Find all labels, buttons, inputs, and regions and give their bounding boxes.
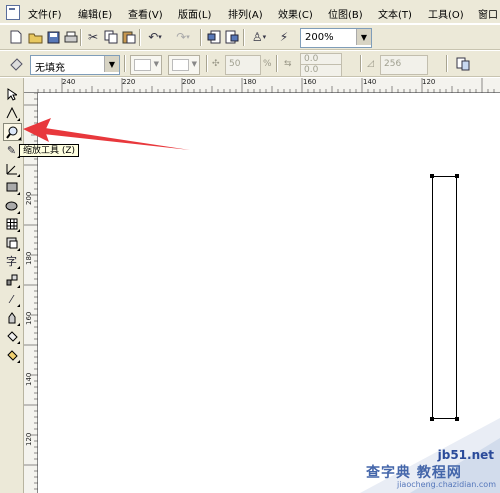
v-ruler-label: 180 xyxy=(25,251,33,265)
zoom-level-select[interactable]: 200% ▼ xyxy=(300,28,372,48)
rectangle-object[interactable] xyxy=(430,174,459,421)
toolbar-separator xyxy=(124,55,126,72)
fill-icon[interactable] xyxy=(8,56,24,72)
open-icon[interactable] xyxy=(27,29,43,45)
menu-tools[interactable]: 工具(O) xyxy=(428,6,464,21)
fill-type-select[interactable]: 无填充 ▼ xyxy=(30,55,120,75)
toolbar-separator xyxy=(276,55,278,72)
toolbar-separator xyxy=(200,29,202,46)
interactive-blend-tool-icon[interactable] xyxy=(3,272,20,288)
print-icon[interactable] xyxy=(63,29,79,45)
menu-view[interactable]: 查看(V) xyxy=(128,6,163,21)
interactive-fill-tool-icon[interactable] xyxy=(3,347,20,363)
offset-x-value: 0.0 xyxy=(304,54,319,64)
v-ruler-label: 140 xyxy=(25,372,33,386)
selection-handle[interactable] xyxy=(430,174,434,178)
polygon-tool-icon[interactable] xyxy=(3,216,20,232)
angle-icon: ◿ xyxy=(367,59,374,69)
menu-arrange[interactable]: 排列(A) xyxy=(228,6,263,21)
import-icon[interactable] xyxy=(206,29,222,45)
fill-tool-icon[interactable] xyxy=(3,328,20,344)
midpoint-value: 50 xyxy=(229,59,241,69)
h-ruler-label: 240 xyxy=(62,78,76,86)
snap-icon[interactable]: ⚡ xyxy=(276,29,292,45)
menu-layout[interactable]: 版面(L) xyxy=(178,6,211,21)
cut-icon[interactable]: ✂ xyxy=(85,29,101,45)
launcher-icon[interactable]: ♙ ▾ xyxy=(249,29,269,45)
eyedropper-tool-icon[interactable]: ⁄ xyxy=(3,291,20,307)
selection-handle[interactable] xyxy=(455,174,459,178)
menu-effects[interactable]: 效果(C) xyxy=(278,6,313,21)
offset-y-value: 0.0 xyxy=(304,65,319,75)
percent-unit: % xyxy=(263,59,272,69)
pick-tool-icon[interactable] xyxy=(3,86,20,102)
midpoint-icon: ✣ xyxy=(212,59,220,69)
v-ruler-label: 120 xyxy=(25,432,33,446)
v-ruler-label: 200 xyxy=(25,191,33,205)
undo-icon[interactable]: ↶ ▾ xyxy=(144,29,166,45)
copy-properties-icon[interactable] xyxy=(455,56,471,72)
toolbar-separator xyxy=(139,29,141,46)
outline-tool-icon[interactable] xyxy=(3,310,20,326)
menu-text[interactable]: 文本(T) xyxy=(378,6,412,21)
property-bar: 无填充 ▼ ▼ ▼ ✣ 50 % ⇆ 0.0 0.0 ◿ 256 xyxy=(0,51,500,77)
standard-toolbar: ✂ ↶ ▾ ↷ ▾ ♙ ▾ ⚡ 200% ▼ xyxy=(0,25,500,50)
color-picker-2[interactable]: ▼ xyxy=(168,55,200,75)
color-picker-1[interactable]: ▼ xyxy=(130,55,162,75)
new-icon[interactable] xyxy=(8,29,24,45)
app-icon[interactable] xyxy=(6,5,20,20)
ellipse-tool-icon[interactable] xyxy=(3,198,20,214)
paste-icon[interactable] xyxy=(121,29,137,45)
toolbar-separator xyxy=(80,29,82,46)
smart-fill-tool-icon[interactable] xyxy=(3,161,20,177)
v-ruler-label: 160 xyxy=(25,311,33,325)
h-ruler-label: 140 xyxy=(363,78,377,86)
redo-icon: ↷ ▾ xyxy=(176,30,190,44)
zoom-tool-tooltip: 缩放工具 (Z) xyxy=(19,144,80,157)
toolbar-separator xyxy=(446,55,448,72)
h-ruler-label: 220 xyxy=(122,78,136,86)
toolbar-separator xyxy=(206,55,208,72)
copy-icon[interactable] xyxy=(103,29,119,45)
toolbar-separator xyxy=(360,55,362,72)
text-tool-icon[interactable]: 字 xyxy=(3,253,20,269)
watermark-site: jb51.net xyxy=(437,448,494,462)
h-ruler-label: 200 xyxy=(182,78,196,86)
menu-edit[interactable]: 编辑(E) xyxy=(78,6,112,21)
zoom-level-value: 200% xyxy=(305,32,334,43)
offset-y-input[interactable]: 0.0 xyxy=(300,64,342,77)
basic-shapes-tool-icon[interactable] xyxy=(3,235,20,251)
rectangle-tool-icon[interactable] xyxy=(3,179,20,195)
menu-file[interactable]: 文件(F) xyxy=(28,6,62,21)
export-icon[interactable] xyxy=(224,29,240,45)
h-ruler-label: 160 xyxy=(303,78,317,86)
watermark-title: 查字典 教程网 xyxy=(366,465,462,481)
menu-bar: 文件(F) 编辑(E) 查看(V) 版面(L) 排列(A) 效果(C) 位图(B… xyxy=(0,0,500,24)
horizontal-ruler[interactable]: 240 220 200 180 160 140 120 xyxy=(24,78,500,93)
h-ruler-label: 180 xyxy=(243,78,257,86)
toolbar-separator xyxy=(243,29,245,46)
offset-icon: ⇆ xyxy=(284,59,292,69)
chevron-down-icon[interactable]: ▼ xyxy=(104,56,119,72)
h-ruler-label: 120 xyxy=(422,78,436,86)
chevron-down-icon[interactable]: ▼ xyxy=(356,29,371,45)
save-icon[interactable] xyxy=(45,29,61,45)
menu-bitmaps[interactable]: 位图(B) xyxy=(328,6,363,21)
watermark: jb51.net 查字典 教程网 jiaocheng.chazidian.com xyxy=(360,418,500,493)
midpoint-input[interactable]: 50 xyxy=(225,55,261,75)
watermark-url: jiaocheng.chazidian.com xyxy=(396,480,496,489)
menu-window[interactable]: 窗口 xyxy=(478,6,498,21)
fill-type-value: 无填充 xyxy=(35,63,65,74)
angle-input[interactable]: 256 xyxy=(380,55,428,75)
angle-value: 256 xyxy=(384,59,402,69)
